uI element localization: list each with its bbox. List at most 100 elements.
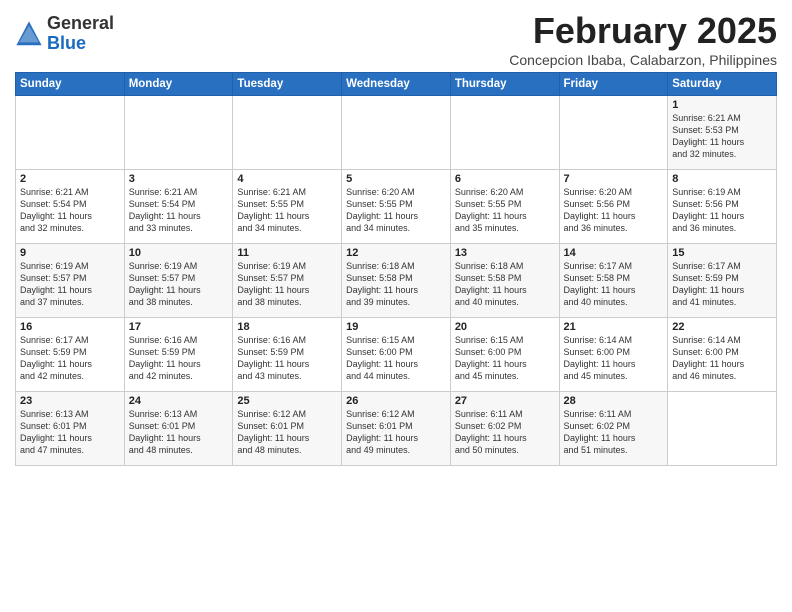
week-row-1: 2Sunrise: 6:21 AM Sunset: 5:54 PM Daylig… bbox=[16, 170, 777, 244]
calendar-cell: 7Sunrise: 6:20 AM Sunset: 5:56 PM Daylig… bbox=[559, 170, 668, 244]
day-number: 8 bbox=[672, 173, 772, 185]
weekday-header-thursday: Thursday bbox=[450, 73, 559, 96]
day-info: Sunrise: 6:18 AM Sunset: 5:58 PM Dayligh… bbox=[346, 260, 446, 309]
calendar-cell bbox=[16, 96, 125, 170]
calendar-cell: 28Sunrise: 6:11 AM Sunset: 6:02 PM Dayli… bbox=[559, 392, 668, 466]
weekday-header-friday: Friday bbox=[559, 73, 668, 96]
day-info: Sunrise: 6:18 AM Sunset: 5:58 PM Dayligh… bbox=[455, 260, 555, 309]
day-number: 25 bbox=[237, 395, 337, 407]
calendar-cell: 2Sunrise: 6:21 AM Sunset: 5:54 PM Daylig… bbox=[16, 170, 125, 244]
calendar-cell: 19Sunrise: 6:15 AM Sunset: 6:00 PM Dayli… bbox=[342, 318, 451, 392]
day-info: Sunrise: 6:19 AM Sunset: 5:56 PM Dayligh… bbox=[672, 186, 772, 235]
day-number: 12 bbox=[346, 247, 446, 259]
day-info: Sunrise: 6:21 AM Sunset: 5:54 PM Dayligh… bbox=[129, 186, 229, 235]
day-number: 1 bbox=[672, 99, 772, 111]
week-row-3: 16Sunrise: 6:17 AM Sunset: 5:59 PM Dayli… bbox=[16, 318, 777, 392]
calendar-cell: 10Sunrise: 6:19 AM Sunset: 5:57 PM Dayli… bbox=[124, 244, 233, 318]
calendar-cell bbox=[668, 392, 777, 466]
day-info: Sunrise: 6:19 AM Sunset: 5:57 PM Dayligh… bbox=[129, 260, 229, 309]
calendar-table: SundayMondayTuesdayWednesdayThursdayFrid… bbox=[15, 72, 777, 466]
day-number: 15 bbox=[672, 247, 772, 259]
weekday-header-row: SundayMondayTuesdayWednesdayThursdayFrid… bbox=[16, 73, 777, 96]
calendar-cell: 11Sunrise: 6:19 AM Sunset: 5:57 PM Dayli… bbox=[233, 244, 342, 318]
week-row-0: 1Sunrise: 6:21 AM Sunset: 5:53 PM Daylig… bbox=[16, 96, 777, 170]
day-info: Sunrise: 6:13 AM Sunset: 6:01 PM Dayligh… bbox=[129, 408, 229, 457]
calendar-cell: 18Sunrise: 6:16 AM Sunset: 5:59 PM Dayli… bbox=[233, 318, 342, 392]
day-info: Sunrise: 6:21 AM Sunset: 5:55 PM Dayligh… bbox=[237, 186, 337, 235]
day-info: Sunrise: 6:15 AM Sunset: 6:00 PM Dayligh… bbox=[346, 334, 446, 383]
day-number: 23 bbox=[20, 395, 120, 407]
calendar-cell: 24Sunrise: 6:13 AM Sunset: 6:01 PM Dayli… bbox=[124, 392, 233, 466]
week-row-4: 23Sunrise: 6:13 AM Sunset: 6:01 PM Dayli… bbox=[16, 392, 777, 466]
day-number: 6 bbox=[455, 173, 555, 185]
weekday-header-wednesday: Wednesday bbox=[342, 73, 451, 96]
calendar-cell: 26Sunrise: 6:12 AM Sunset: 6:01 PM Dayli… bbox=[342, 392, 451, 466]
day-info: Sunrise: 6:21 AM Sunset: 5:54 PM Dayligh… bbox=[20, 186, 120, 235]
day-info: Sunrise: 6:12 AM Sunset: 6:01 PM Dayligh… bbox=[237, 408, 337, 457]
calendar-cell: 9Sunrise: 6:19 AM Sunset: 5:57 PM Daylig… bbox=[16, 244, 125, 318]
day-number: 9 bbox=[20, 247, 120, 259]
logo-blue: Blue bbox=[47, 34, 114, 54]
calendar-cell bbox=[559, 96, 668, 170]
week-row-2: 9Sunrise: 6:19 AM Sunset: 5:57 PM Daylig… bbox=[16, 244, 777, 318]
day-info: Sunrise: 6:21 AM Sunset: 5:53 PM Dayligh… bbox=[672, 112, 772, 161]
calendar-cell: 21Sunrise: 6:14 AM Sunset: 6:00 PM Dayli… bbox=[559, 318, 668, 392]
calendar-cell: 23Sunrise: 6:13 AM Sunset: 6:01 PM Dayli… bbox=[16, 392, 125, 466]
day-info: Sunrise: 6:14 AM Sunset: 6:00 PM Dayligh… bbox=[672, 334, 772, 383]
weekday-header-monday: Monday bbox=[124, 73, 233, 96]
day-number: 10 bbox=[129, 247, 229, 259]
day-number: 19 bbox=[346, 321, 446, 333]
day-number: 5 bbox=[346, 173, 446, 185]
day-info: Sunrise: 6:20 AM Sunset: 5:55 PM Dayligh… bbox=[346, 186, 446, 235]
day-number: 18 bbox=[237, 321, 337, 333]
day-number: 20 bbox=[455, 321, 555, 333]
day-info: Sunrise: 6:20 AM Sunset: 5:56 PM Dayligh… bbox=[564, 186, 664, 235]
weekday-header-saturday: Saturday bbox=[668, 73, 777, 96]
calendar-cell: 15Sunrise: 6:17 AM Sunset: 5:59 PM Dayli… bbox=[668, 244, 777, 318]
day-number: 27 bbox=[455, 395, 555, 407]
day-number: 7 bbox=[564, 173, 664, 185]
calendar-cell: 13Sunrise: 6:18 AM Sunset: 5:58 PM Dayli… bbox=[450, 244, 559, 318]
calendar-cell bbox=[233, 96, 342, 170]
day-number: 14 bbox=[564, 247, 664, 259]
day-number: 22 bbox=[672, 321, 772, 333]
weekday-header-sunday: Sunday bbox=[16, 73, 125, 96]
day-number: 21 bbox=[564, 321, 664, 333]
day-number: 3 bbox=[129, 173, 229, 185]
calendar-cell: 6Sunrise: 6:20 AM Sunset: 5:55 PM Daylig… bbox=[450, 170, 559, 244]
day-info: Sunrise: 6:11 AM Sunset: 6:02 PM Dayligh… bbox=[455, 408, 555, 457]
day-info: Sunrise: 6:12 AM Sunset: 6:01 PM Dayligh… bbox=[346, 408, 446, 457]
title-block: February 2025 Concepcion Ibaba, Calabarz… bbox=[509, 10, 777, 68]
day-info: Sunrise: 6:13 AM Sunset: 6:01 PM Dayligh… bbox=[20, 408, 120, 457]
calendar-cell bbox=[450, 96, 559, 170]
day-number: 4 bbox=[237, 173, 337, 185]
calendar-cell: 8Sunrise: 6:19 AM Sunset: 5:56 PM Daylig… bbox=[668, 170, 777, 244]
day-number: 16 bbox=[20, 321, 120, 333]
calendar-title: February 2025 bbox=[509, 10, 777, 52]
calendar-cell: 25Sunrise: 6:12 AM Sunset: 6:01 PM Dayli… bbox=[233, 392, 342, 466]
logo-icon bbox=[15, 20, 43, 48]
calendar-cell: 17Sunrise: 6:16 AM Sunset: 5:59 PM Dayli… bbox=[124, 318, 233, 392]
day-number: 2 bbox=[20, 173, 120, 185]
day-info: Sunrise: 6:20 AM Sunset: 5:55 PM Dayligh… bbox=[455, 186, 555, 235]
calendar-cell: 27Sunrise: 6:11 AM Sunset: 6:02 PM Dayli… bbox=[450, 392, 559, 466]
day-info: Sunrise: 6:11 AM Sunset: 6:02 PM Dayligh… bbox=[564, 408, 664, 457]
header: General Blue February 2025 Concepcion Ib… bbox=[15, 10, 777, 68]
calendar-cell: 1Sunrise: 6:21 AM Sunset: 5:53 PM Daylig… bbox=[668, 96, 777, 170]
day-info: Sunrise: 6:19 AM Sunset: 5:57 PM Dayligh… bbox=[20, 260, 120, 309]
day-info: Sunrise: 6:16 AM Sunset: 5:59 PM Dayligh… bbox=[237, 334, 337, 383]
calendar-cell: 14Sunrise: 6:17 AM Sunset: 5:58 PM Dayli… bbox=[559, 244, 668, 318]
logo-text: General Blue bbox=[47, 14, 114, 54]
day-info: Sunrise: 6:14 AM Sunset: 6:00 PM Dayligh… bbox=[564, 334, 664, 383]
day-info: Sunrise: 6:16 AM Sunset: 5:59 PM Dayligh… bbox=[129, 334, 229, 383]
calendar-cell bbox=[124, 96, 233, 170]
day-number: 28 bbox=[564, 395, 664, 407]
calendar-cell: 4Sunrise: 6:21 AM Sunset: 5:55 PM Daylig… bbox=[233, 170, 342, 244]
weekday-header-tuesday: Tuesday bbox=[233, 73, 342, 96]
calendar-cell: 5Sunrise: 6:20 AM Sunset: 5:55 PM Daylig… bbox=[342, 170, 451, 244]
calendar-cell bbox=[342, 96, 451, 170]
day-info: Sunrise: 6:19 AM Sunset: 5:57 PM Dayligh… bbox=[237, 260, 337, 309]
day-info: Sunrise: 6:17 AM Sunset: 5:58 PM Dayligh… bbox=[564, 260, 664, 309]
logo-general: General bbox=[47, 14, 114, 34]
day-number: 17 bbox=[129, 321, 229, 333]
